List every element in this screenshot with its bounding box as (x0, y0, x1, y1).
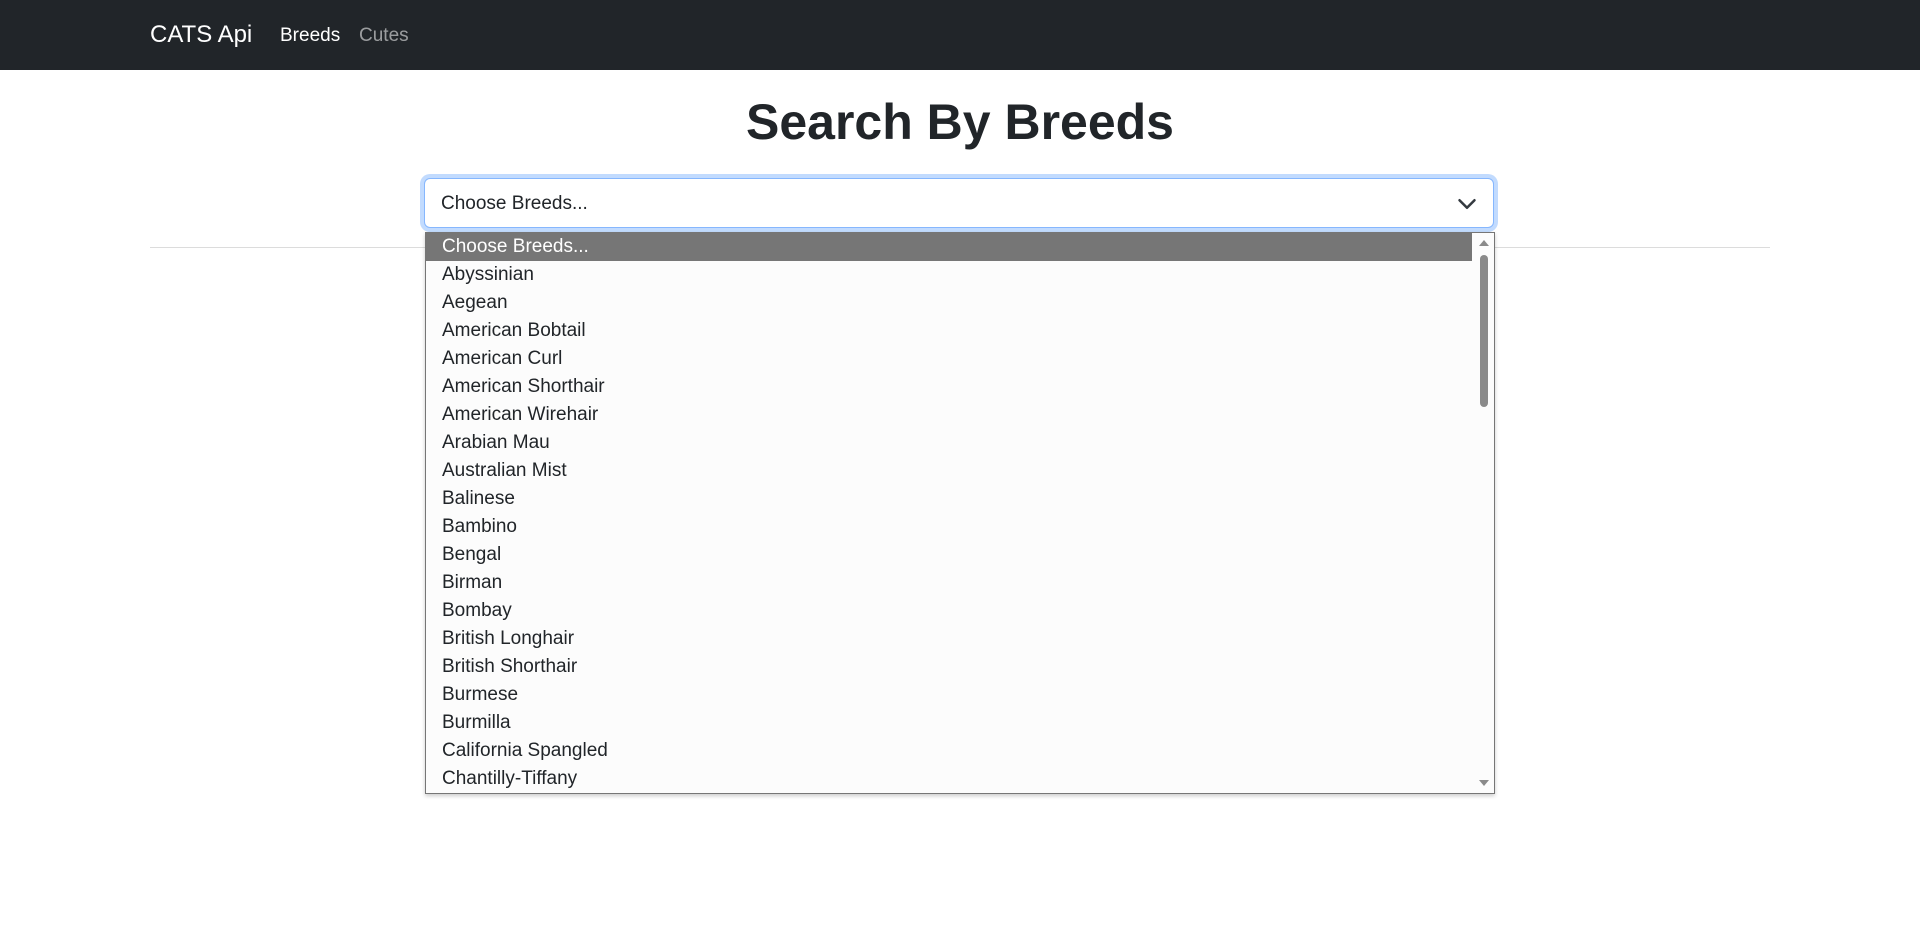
dropdown-option[interactable]: American Curl (426, 345, 1472, 373)
dropdown-option[interactable]: British Shorthair (426, 653, 1472, 681)
dropdown-scrollbar[interactable] (1474, 233, 1494, 793)
dropdown-option[interactable]: Burmilla (426, 709, 1472, 737)
dropdown-option[interactable]: Aegean (426, 289, 1472, 317)
dropdown-option[interactable]: American Shorthair (426, 373, 1472, 401)
navbar: CATS Api Breeds Cutes (0, 0, 1920, 70)
brand-link[interactable]: CATS Api (150, 20, 252, 50)
chevron-down-icon (1458, 199, 1476, 209)
breed-select-value: Choose Breeds... (441, 193, 588, 214)
dropdown-options: Choose Breeds... Abyssinian Aegean Ameri… (426, 233, 1472, 793)
dropdown-option[interactable]: American Bobtail (426, 317, 1472, 345)
dropdown-option[interactable]: California Spangled (426, 737, 1472, 765)
dropdown-option[interactable]: Chantilly-Tiffany (426, 765, 1472, 793)
scroll-up-arrow-icon[interactable] (1479, 240, 1489, 246)
dropdown-option[interactable]: American Wirehair (426, 401, 1472, 429)
dropdown-option[interactable]: Bombay (426, 597, 1472, 625)
dropdown-option[interactable]: Balinese (426, 485, 1472, 513)
page-title: Search By Breeds (745, 94, 1174, 150)
dropdown-option[interactable]: Burmese (426, 681, 1472, 709)
dropdown-option[interactable]: Arabian Mau (426, 429, 1472, 457)
breed-select[interactable]: Choose Breeds... (424, 178, 1494, 228)
nav-link-breeds[interactable]: Breeds (280, 24, 340, 48)
breed-dropdown-list[interactable]: Choose Breeds... Abyssinian Aegean Ameri… (425, 232, 1495, 794)
scrollbar-thumb[interactable] (1480, 255, 1488, 407)
dropdown-option[interactable]: Birman (426, 569, 1472, 597)
scroll-down-arrow-icon[interactable] (1479, 780, 1489, 786)
dropdown-option[interactable]: Australian Mist (426, 457, 1472, 485)
dropdown-option[interactable]: Choose Breeds... (426, 233, 1472, 261)
dropdown-option[interactable]: Abyssinian (426, 261, 1472, 289)
dropdown-option[interactable]: Bambino (426, 513, 1472, 541)
dropdown-option[interactable]: British Longhair (426, 625, 1472, 653)
dropdown-option[interactable]: Bengal (426, 541, 1472, 569)
nav-link-cutes[interactable]: Cutes (359, 24, 409, 48)
